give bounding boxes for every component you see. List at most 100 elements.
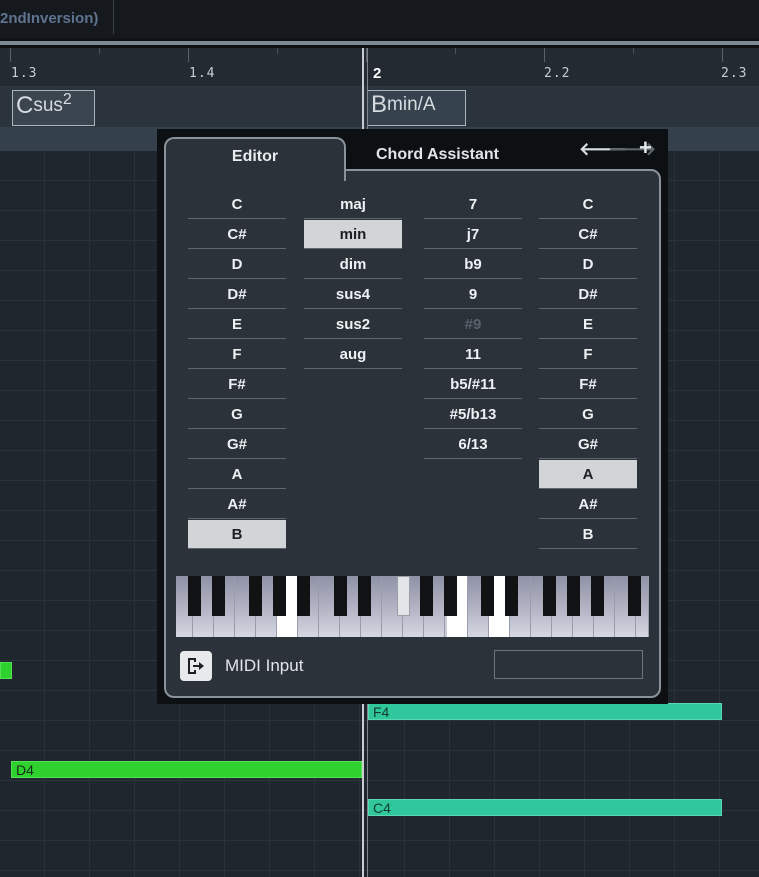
chord-quality: min/A [387, 94, 436, 115]
horizontal-scrollbar[interactable] [0, 38, 759, 48]
top-bar: 2ndInversion) [0, 0, 759, 38]
black-key[interactable] [420, 576, 433, 616]
tension-option[interactable]: b9 [424, 250, 522, 279]
black-key[interactable] [334, 576, 347, 616]
black-key[interactable] [273, 576, 286, 616]
black-key[interactable] [444, 576, 457, 616]
root-note-option[interactable]: C [188, 190, 286, 219]
chord-type-option[interactable]: sus4 [304, 280, 402, 309]
bass-note-option[interactable]: D# [539, 280, 637, 309]
chord-event-bmin-a[interactable]: Bmin/A [367, 90, 466, 126]
note-label: C4 [373, 800, 391, 816]
chord-type-option[interactable]: dim [304, 250, 402, 279]
root-note-option[interactable]: F [188, 340, 286, 369]
chord-type-option-selected[interactable]: min [304, 220, 402, 249]
timeline-ruler[interactable]: 1.3 1.4 2 2.2 2.3 [0, 48, 759, 87]
black-key[interactable] [249, 576, 262, 616]
black-key[interactable] [543, 576, 556, 616]
tension-option[interactable]: 7 [424, 190, 522, 219]
ruler-tick [10, 48, 11, 62]
bass-note-option[interactable]: B [539, 520, 637, 549]
tension-option-disabled: #9 [424, 310, 522, 339]
tension-option[interactable]: 11 [424, 340, 522, 369]
note-label: F4 [373, 704, 390, 720]
midi-input-toggle-icon[interactable] [180, 651, 212, 681]
bass-note-option[interactable]: F# [539, 370, 637, 399]
root-note-option-selected[interactable]: B [188, 520, 286, 549]
ruler-tick [722, 48, 723, 62]
black-key[interactable] [188, 576, 201, 616]
ruler-tick [544, 48, 545, 62]
bass-note-option[interactable]: C# [539, 220, 637, 249]
root-note-option[interactable]: C# [188, 220, 286, 249]
piano-keyboard[interactable] [176, 576, 649, 637]
bass-note-option[interactable]: G# [539, 430, 637, 459]
tab-chord-assistant[interactable]: Chord Assistant [376, 146, 499, 164]
scrollbar-thumb[interactable] [0, 41, 759, 45]
midi-input-label: MIDI Input [225, 656, 304, 675]
chord-root: C [16, 92, 34, 120]
bass-note-option[interactable]: A# [539, 490, 637, 519]
black-key[interactable] [591, 576, 604, 616]
ruler-tick [455, 48, 456, 54]
ruler-tick [99, 48, 100, 54]
bass-note-option-selected[interactable]: A [539, 460, 637, 489]
root-note-option[interactable]: E [188, 310, 286, 339]
bass-note-option[interactable]: C [539, 190, 637, 219]
tension-option[interactable]: j7 [424, 220, 522, 249]
midi-note-c4[interactable]: C4 [368, 799, 722, 816]
root-note-option[interactable]: A [188, 460, 286, 489]
tension-option[interactable]: #5/b13 [424, 400, 522, 429]
tension-option[interactable]: b5/#11 [424, 370, 522, 399]
black-key[interactable] [212, 576, 225, 616]
tab-editor-label: Editor [231, 148, 279, 165]
black-key[interactable] [297, 576, 310, 616]
chord-type-option[interactable]: maj [304, 190, 402, 219]
midi-note-d4[interactable]: D4 [11, 761, 362, 778]
black-key[interactable] [628, 576, 641, 616]
root-note-option[interactable]: F# [188, 370, 286, 399]
chord-event-csus2[interactable]: Csus2 [12, 90, 95, 126]
ruler-label: 2 [373, 65, 383, 82]
bass-note-option[interactable]: G [539, 400, 637, 429]
black-key-active[interactable] [397, 576, 410, 616]
divider [113, 0, 114, 34]
root-note-option[interactable]: G [188, 400, 286, 429]
chord-root: B [371, 91, 388, 118]
chord-type-column: maj min dim sus4 sus2 aug [304, 190, 402, 370]
black-key[interactable] [358, 576, 371, 616]
bass-note-option[interactable]: D [539, 250, 637, 279]
chord-type-option[interactable]: sus2 [304, 310, 402, 339]
chord-type-option[interactable]: aug [304, 340, 402, 369]
black-key[interactable] [481, 576, 494, 616]
midi-note[interactable] [0, 662, 12, 679]
root-note-option[interactable]: D# [188, 280, 286, 309]
tab-joint [166, 167, 344, 175]
black-key[interactable] [567, 576, 580, 616]
root-note-option[interactable]: G# [188, 430, 286, 459]
add-icon[interactable]: + [639, 135, 652, 161]
chord-editor-popup: Editor Chord Assistant 🡐 🡒 + C C# D D# E… [157, 129, 668, 704]
chord-track: Csus2 Bmin/A [0, 87, 759, 151]
tension-column: 7 j7 b9 9 #9 11 b5/#11 #5/b13 6/13 [424, 190, 522, 460]
bass-note-column: C C# D D# E F F# G G# A A# B [539, 190, 637, 550]
root-note-option[interactable]: D [188, 250, 286, 279]
bass-note-option[interactable]: F [539, 340, 637, 369]
ruler-label: 2.2 [544, 66, 571, 81]
ruler-tick [633, 48, 634, 54]
root-note-option[interactable]: A# [188, 490, 286, 519]
bass-note-option[interactable]: E [539, 310, 637, 339]
tension-option[interactable]: 6/13 [424, 430, 522, 459]
ruler-label: 2.3 [721, 66, 748, 81]
ruler-label: 1.3 [11, 66, 38, 81]
ruler-tick [188, 48, 189, 62]
ruler-tick [277, 48, 278, 54]
note-label: D4 [16, 762, 34, 778]
track-label: 2ndInversion) [0, 10, 99, 27]
tension-option[interactable]: 9 [424, 280, 522, 309]
midi-input-field[interactable] [494, 650, 643, 679]
chord-extension: 2 [62, 91, 72, 108]
black-key[interactable] [505, 576, 518, 616]
root-note-column: C C# D D# E F F# G G# A A# B [188, 190, 286, 550]
midi-note-f4[interactable]: F4 [368, 703, 722, 720]
